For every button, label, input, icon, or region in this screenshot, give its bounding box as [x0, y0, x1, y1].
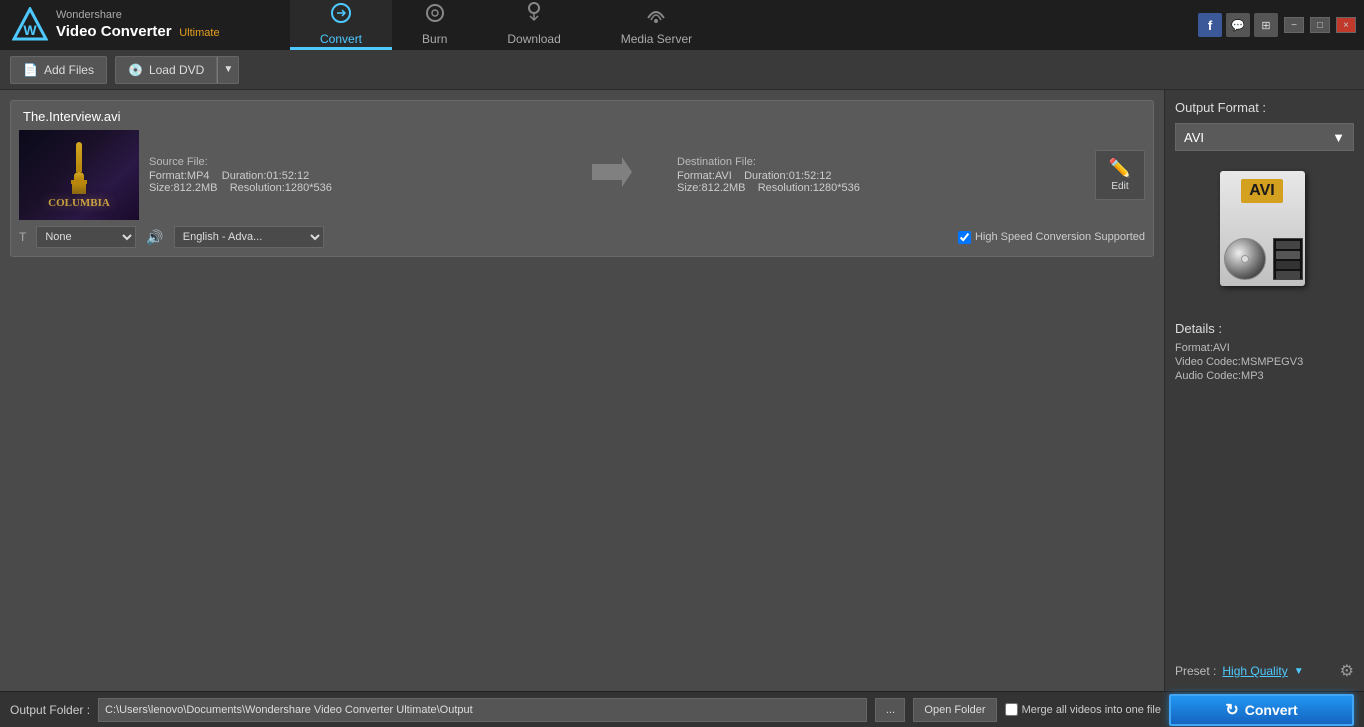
file-list-area: The.Interview.avi	[0, 90, 1164, 691]
convert-button[interactable]: ↻ Convert	[1169, 694, 1354, 726]
add-files-button[interactable]: 📄 Add Files	[10, 56, 107, 84]
tab-download-label: Download	[507, 32, 560, 46]
source-file-label: Source File:	[149, 156, 547, 168]
app-name-line2: Video Converter	[56, 23, 172, 40]
dest-format: Format:AVI Duration:01:52:12	[677, 170, 1075, 182]
right-panel: Output Format : AVI ▼ AVI	[1164, 90, 1364, 691]
source-size: Size:812.2MB Resolution:1280*536	[149, 182, 547, 194]
avi-paper: AVI	[1220, 171, 1305, 286]
title-bar: W Wondershare Video Converter Ultimate C…	[0, 0, 1364, 50]
film-strip	[1273, 238, 1303, 280]
file-item-filename: The.Interview.avi	[19, 109, 1145, 124]
preset-section: Preset : High Quality ▼ ⚙	[1175, 651, 1354, 681]
add-files-label: Add Files	[44, 63, 94, 77]
tab-convert[interactable]: Convert	[290, 0, 392, 50]
high-speed-label: High Speed Conversion Supported	[958, 231, 1145, 244]
title-bar-controls: f 💬 ⊞ − □ ×	[1198, 13, 1364, 37]
thumbnail-content: COLUMBIA	[19, 130, 139, 220]
subtitle-icon: T	[19, 230, 26, 244]
app-name-line1: Wondershare	[56, 9, 220, 22]
output-folder-label: Output Folder :	[10, 703, 90, 717]
preset-value[interactable]: High Quality	[1222, 664, 1287, 678]
preset-dropdown-icon: ▼	[1294, 666, 1304, 677]
convert-btn-label: Convert	[1245, 702, 1298, 718]
load-dvd-icon: 💿	[128, 63, 143, 77]
merge-checkbox-label: Merge all videos into one file	[1005, 703, 1161, 716]
edit-button[interactable]: ✏️ Edit	[1095, 150, 1145, 200]
details-section: Details : Format:AVI Video Codec:MSMPEGV…	[1175, 321, 1354, 384]
edit-label: Edit	[1111, 181, 1128, 192]
tab-burn-label: Burn	[422, 32, 447, 46]
format-selector[interactable]: AVI ▼	[1175, 123, 1354, 151]
browse-button[interactable]: ...	[875, 698, 905, 722]
dest-file-label: Destination File:	[677, 156, 1075, 168]
close-button[interactable]: ×	[1336, 17, 1356, 33]
load-dvd-button[interactable]: 💿 Load DVD	[115, 56, 217, 84]
file-item-body: COLUMBIA Source File: Format:MP4	[19, 130, 1145, 220]
app-logo-icon: W	[12, 7, 48, 43]
disc-icon	[1224, 238, 1266, 280]
detail-video-codec: Video Codec:MSMPEGV3	[1175, 356, 1354, 368]
convert-arrow-icon	[567, 152, 657, 199]
convert-btn-icon: ↻	[1225, 700, 1238, 720]
merge-checkbox[interactable]	[1005, 703, 1018, 716]
convert-tab-icon	[330, 2, 352, 29]
media-server-tab-icon	[645, 2, 667, 29]
destination-info: Destination File: Format:AVI Duration:01…	[677, 156, 1075, 194]
audio-select[interactable]: English - Adva...	[174, 226, 324, 248]
output-format-label: Output Format :	[1175, 100, 1354, 115]
nav-tabs: Convert Burn Download	[290, 0, 1198, 50]
file-thumbnail: COLUMBIA	[19, 130, 139, 220]
avi-icon-container: AVI	[1215, 171, 1315, 301]
file-item-footer: T None 🔊 English - Adva... High Speed Co…	[19, 226, 1145, 248]
chat-icon[interactable]: 💬	[1226, 13, 1250, 37]
avi-preview: AVI	[1175, 161, 1354, 311]
facebook-icon[interactable]: f	[1198, 13, 1222, 37]
tab-burn[interactable]: Burn	[392, 0, 477, 50]
open-folder-button[interactable]: Open Folder	[913, 698, 996, 722]
app-title: Wondershare Video Converter Ultimate	[56, 9, 220, 40]
toolbar: 📄 Add Files 💿 Load DVD ▼	[0, 50, 1364, 90]
file-info-row: Source File: Format:MP4 Duration:01:52:1…	[149, 150, 1145, 200]
file-item: The.Interview.avi	[10, 100, 1154, 257]
avi-badge: AVI	[1241, 179, 1282, 203]
restore-button[interactable]: □	[1310, 17, 1330, 33]
tab-media-server-label: Media Server	[621, 32, 692, 46]
load-dvd-dropdown[interactable]: ▼	[217, 56, 239, 84]
source-format: Format:MP4 Duration:01:52:12	[149, 170, 547, 182]
minimize-button[interactable]: −	[1284, 17, 1304, 33]
details-label: Details :	[1175, 321, 1354, 336]
output-path-input[interactable]	[98, 698, 867, 722]
main-area: The.Interview.avi	[0, 90, 1364, 691]
preset-label: Preset :	[1175, 664, 1216, 678]
dest-size: Size:812.2MB Resolution:1280*536	[677, 182, 1075, 194]
burn-tab-icon	[424, 2, 446, 29]
file-info: Source File: Format:MP4 Duration:01:52:1…	[149, 150, 1145, 200]
format-dropdown-icon: ▼	[1332, 130, 1345, 145]
tab-convert-label: Convert	[320, 32, 362, 46]
audio-icon: 🔊	[146, 229, 163, 246]
subtitle-select[interactable]: None	[36, 226, 136, 248]
load-dvd-label: Load DVD	[149, 63, 204, 77]
share-icon[interactable]: ⊞	[1254, 13, 1278, 37]
add-files-icon: 📄	[23, 63, 38, 77]
tab-download[interactable]: Download	[477, 0, 590, 50]
source-info: Source File: Format:MP4 Duration:01:52:1…	[149, 156, 547, 194]
edit-icon: ✏️	[1109, 158, 1131, 179]
app-logo: W Wondershare Video Converter Ultimate	[0, 7, 290, 43]
app-edition: Ultimate	[179, 27, 219, 39]
svg-text:W: W	[23, 22, 37, 38]
bottom-bar: Output Folder : ... Open Folder Merge al…	[0, 691, 1364, 727]
download-tab-icon	[523, 2, 545, 29]
detail-format: Format:AVI	[1175, 342, 1354, 354]
tab-media-server[interactable]: Media Server	[591, 0, 722, 50]
thumbnail-title-text: COLUMBIA	[48, 198, 110, 209]
format-value: AVI	[1184, 130, 1204, 145]
social-icons: f 💬 ⊞	[1198, 13, 1278, 37]
settings-icon[interactable]: ⚙	[1340, 661, 1354, 681]
high-speed-checkbox[interactable]	[958, 231, 971, 244]
detail-audio-codec: Audio Codec:MP3	[1175, 370, 1354, 382]
